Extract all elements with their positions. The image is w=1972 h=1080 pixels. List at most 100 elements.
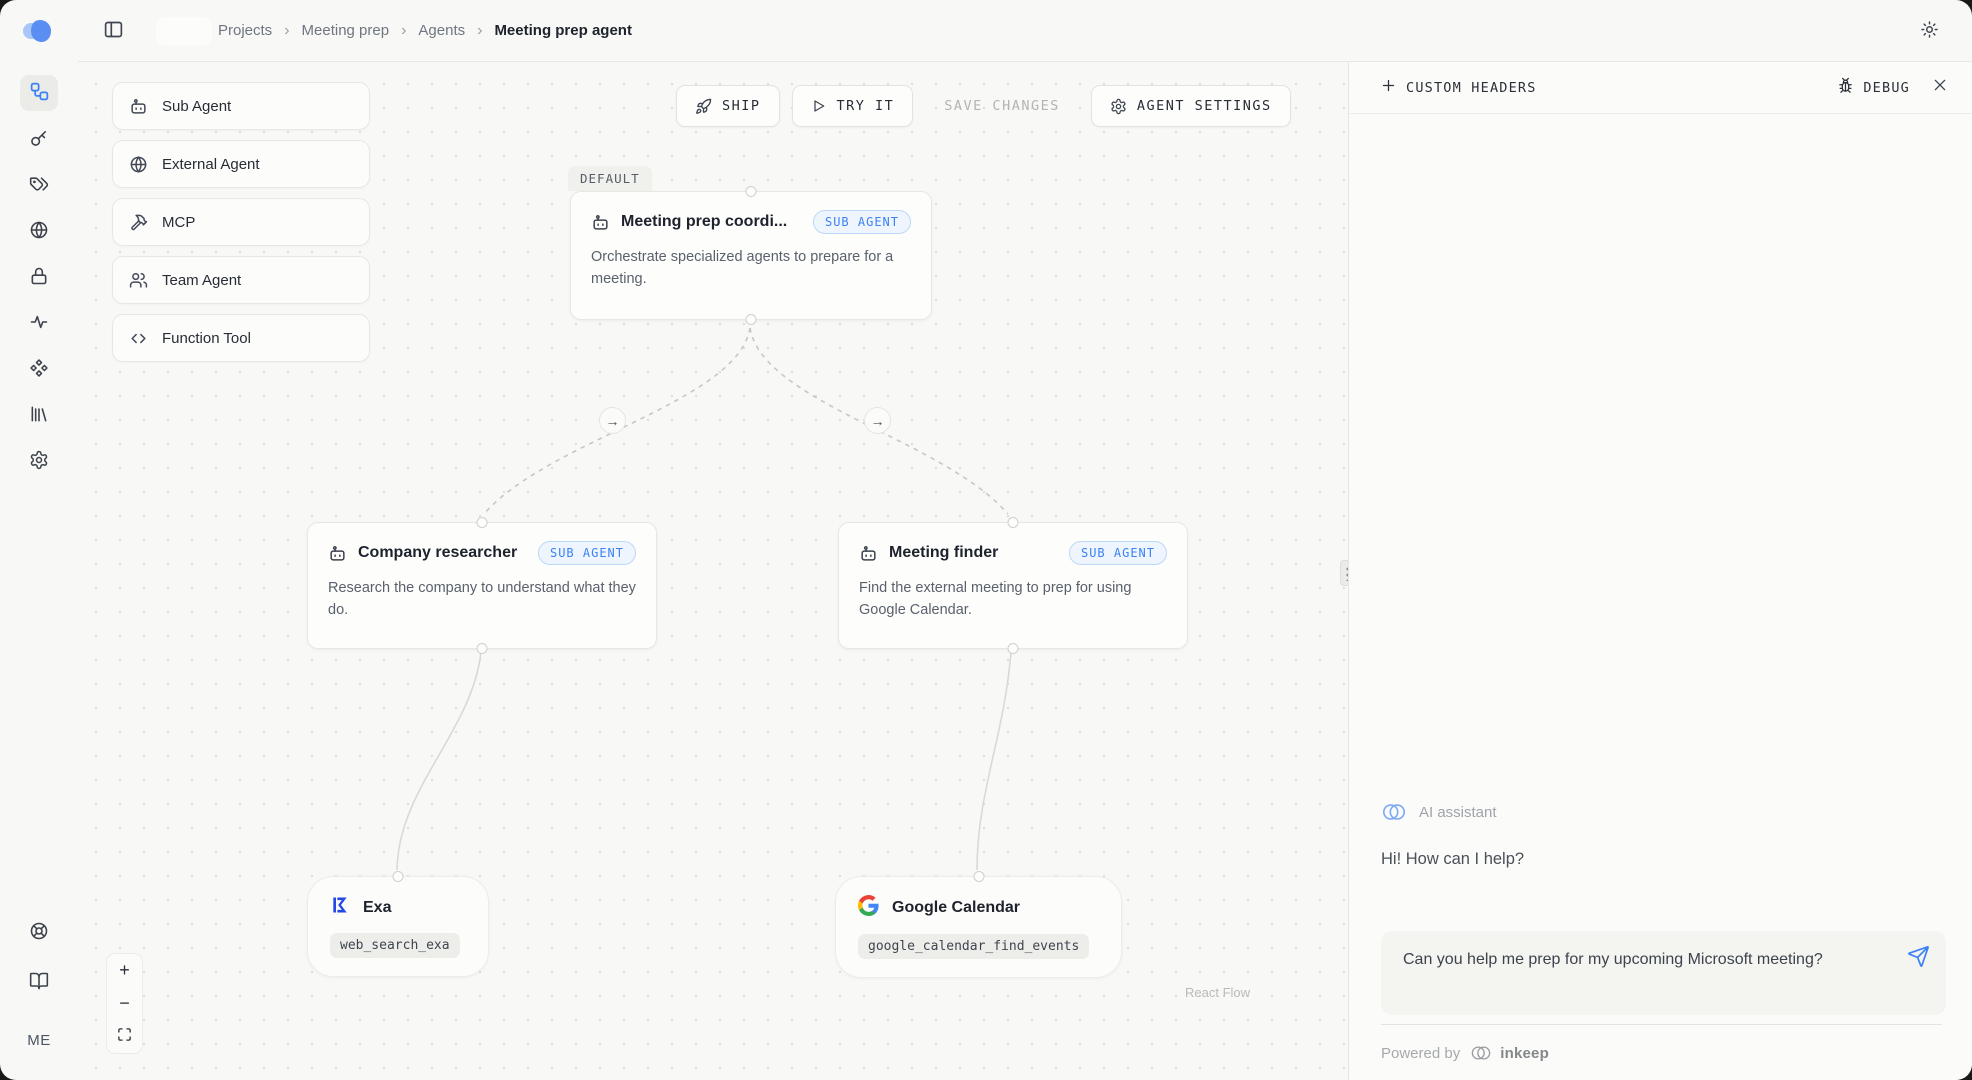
custom-headers-button[interactable]: CUSTOM HEADERS: [1381, 78, 1537, 97]
panel-toggle-button[interactable]: [96, 14, 130, 48]
close-panel-button[interactable]: [1932, 77, 1948, 98]
palette-item-external-agent[interactable]: External Agent: [112, 140, 370, 188]
breadcrumb-agents[interactable]: Agents: [418, 22, 465, 39]
node-company-researcher[interactable]: Company researcher SUB AGENT Research th…: [307, 522, 657, 649]
rail-item-components[interactable]: [20, 351, 58, 387]
node-exa-tool[interactable]: Exa web_search_exa: [307, 876, 489, 977]
zoom-out-button[interactable]: −: [107, 987, 142, 1020]
flow-toolbar: SHIP TRY IT SAVE CHANGES AGENT SETTINGS: [676, 85, 1291, 127]
activity-icon: [29, 312, 49, 335]
rail-item-keys[interactable]: [20, 121, 58, 157]
breadcrumb-separator: ›: [401, 22, 406, 40]
send-button[interactable]: [1907, 945, 1930, 971]
sun-icon: [1920, 20, 1939, 42]
rail-item-library[interactable]: [20, 397, 58, 433]
chat-panel: CUSTOM HEADERS DEBUG AI assistant Hi! Ho…: [1348, 62, 1972, 1080]
rail-item-docs[interactable]: [20, 964, 58, 1000]
tool-title: Google Calendar: [892, 899, 1020, 917]
tags-icon: [29, 174, 49, 197]
workflow-icon: [29, 81, 50, 105]
palette-item-label: External Agent: [162, 156, 260, 173]
lock-icon: [29, 266, 49, 289]
rail-item-credentials[interactable]: [20, 259, 58, 295]
powered-by-footer[interactable]: Powered by inkeep: [1381, 1044, 1946, 1062]
node-handle-top[interactable]: [1008, 517, 1019, 528]
node-handle-top[interactable]: [477, 517, 488, 528]
send-icon: [1907, 945, 1930, 971]
assistant-header: AI assistant: [1381, 801, 1946, 823]
assistant-chat: AI assistant Hi! How can I help? Can you…: [1349, 801, 1972, 1080]
node-handle-top[interactable]: [973, 871, 984, 882]
bot-icon: [328, 544, 347, 563]
zoom-in-button[interactable]: +: [107, 954, 142, 987]
agent-settings-button[interactable]: AGENT SETTINGS: [1091, 85, 1291, 127]
edge-arrow-right[interactable]: →: [864, 407, 891, 434]
fit-view-icon: [117, 1026, 132, 1047]
try-it-button[interactable]: TRY IT: [792, 85, 914, 127]
fit-view-button[interactable]: [107, 1020, 142, 1053]
component-icon: [29, 358, 49, 381]
sub-agent-badge: SUB AGENT: [1069, 541, 1167, 565]
rail-item-external[interactable]: [20, 213, 58, 249]
breadcrumb-projects[interactable]: Projects: [218, 22, 272, 39]
topbar: Projects › Meeting prep › Agents › Meeti…: [78, 0, 1972, 62]
default-agent-tag: DEFAULT: [568, 166, 652, 191]
hammer-icon: [129, 213, 148, 232]
gear-icon: [1110, 98, 1127, 115]
save-changes-label: SAVE CHANGES: [944, 98, 1060, 114]
rail-item-agents[interactable]: [20, 75, 58, 111]
rail-item-tags[interactable]: [20, 167, 58, 203]
palette-item-label: Sub Agent: [162, 98, 231, 115]
node-handle-top[interactable]: [393, 871, 404, 882]
node-handle-bottom[interactable]: [477, 643, 488, 654]
powered-by-label: Powered by: [1381, 1045, 1460, 1062]
node-meeting-finder[interactable]: Meeting finder SUB AGENT Find the extern…: [838, 522, 1188, 649]
node-description: Research the company to understand what …: [328, 577, 636, 622]
theme-toggle-button[interactable]: [1912, 14, 1946, 48]
react-flow-attribution[interactable]: React Flow: [1185, 985, 1250, 1000]
debug-label: DEBUG: [1863, 80, 1910, 96]
rail-item-settings[interactable]: [20, 443, 58, 479]
palette-item-function-tool[interactable]: Function Tool: [112, 314, 370, 362]
breadcrumb-project[interactable]: Meeting prep: [302, 22, 390, 39]
arrow-right-icon: →: [871, 413, 885, 429]
inkeep-logo[interactable]: [22, 18, 56, 49]
rail-item-activity[interactable]: [20, 305, 58, 341]
node-meeting-prep-coordinator[interactable]: Meeting prep coordi... SUB AGENT Orchest…: [570, 191, 932, 320]
ship-label: SHIP: [722, 98, 761, 114]
edge-arrow-left[interactable]: →: [599, 407, 626, 434]
chat-divider: [1381, 1024, 1942, 1025]
node-description: Orchestrate specialized agents to prepar…: [591, 246, 911, 291]
ship-button[interactable]: SHIP: [676, 85, 780, 127]
panel-left-icon: [103, 19, 124, 43]
node-palette: Sub Agent External Agent MCP Team Agent …: [112, 82, 370, 362]
inkeep-brand-label: inkeep: [1500, 1045, 1549, 1062]
breadcrumb-separator: ›: [477, 22, 482, 40]
rail-item-help[interactable]: [20, 914, 58, 950]
arrow-right-icon: →: [606, 413, 620, 429]
palette-item-sub-agent[interactable]: Sub Agent: [112, 82, 370, 130]
node-handle-bottom[interactable]: [746, 314, 757, 325]
palette-item-team-agent[interactable]: Team Agent: [112, 256, 370, 304]
node-handle-top[interactable]: [746, 186, 757, 197]
key-icon: [29, 128, 49, 151]
icon-rail: ME: [0, 0, 78, 1080]
node-handle-bottom[interactable]: [1008, 643, 1019, 654]
palette-item-label: Function Tool: [162, 330, 251, 347]
node-description: Find the external meeting to prep for us…: [859, 577, 1167, 622]
ai-assistant-icon: [1381, 801, 1407, 823]
bug-icon: [1837, 77, 1854, 98]
palette-item-mcp[interactable]: MCP: [112, 198, 370, 246]
sub-agent-badge: SUB AGENT: [813, 210, 911, 234]
chat-input[interactable]: Can you help me prep for my upcoming Mic…: [1381, 931, 1946, 1015]
save-changes-button[interactable]: SAVE CHANGES: [925, 85, 1079, 127]
user-avatar[interactable]: ME: [20, 1022, 58, 1058]
node-title: Meeting finder: [889, 544, 1058, 562]
inkeep-mark: [1470, 1044, 1492, 1062]
try-it-label: TRY IT: [837, 98, 895, 114]
library-icon: [29, 404, 49, 427]
node-google-calendar-tool[interactable]: Google Calendar google_calendar_find_eve…: [835, 876, 1122, 978]
globe-icon: [29, 220, 49, 243]
plus-icon: [1381, 78, 1396, 97]
debug-button[interactable]: DEBUG: [1837, 77, 1910, 98]
